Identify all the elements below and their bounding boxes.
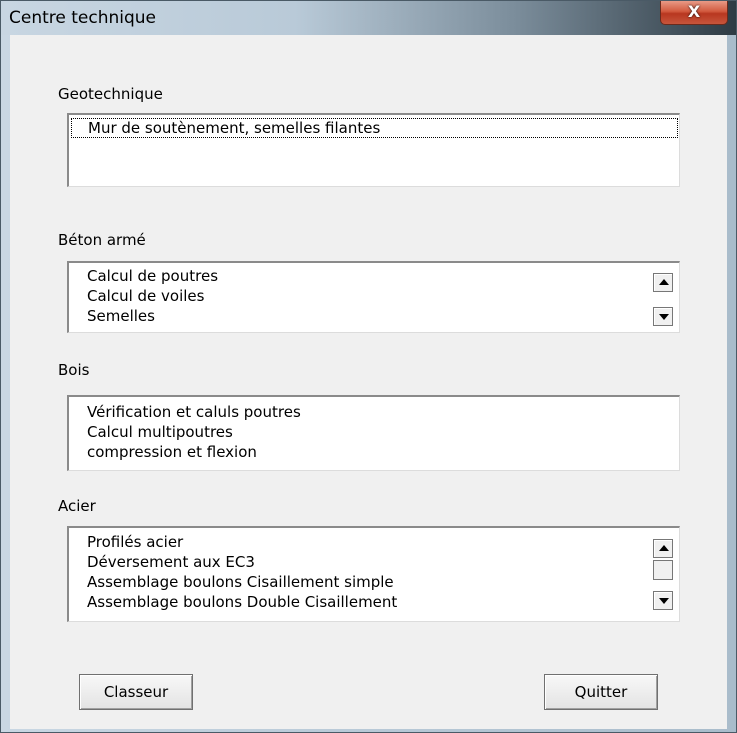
dialog-body: Geotechnique Mur de soutènement, semelle… [10, 35, 727, 729]
list-item[interactable]: Calcul de voiles [69, 286, 679, 306]
scroll-down-icon[interactable] [653, 307, 673, 326]
close-button[interactable]: X [660, 1, 728, 25]
list-item[interactable]: Calcul multipoutres [69, 422, 679, 442]
beton-arme-scrollbar[interactable] [653, 263, 673, 332]
bois-listbox[interactable]: Vérification et caluls poutres Calcul mu… [67, 395, 680, 471]
list-item[interactable]: Déversement aux EC3 [69, 552, 679, 572]
geotechnique-listbox[interactable]: Mur de soutènement, semelles filantes [67, 113, 680, 187]
scroll-down-icon[interactable] [653, 591, 673, 610]
list-item[interactable]: Profilés acier [69, 532, 679, 552]
quitter-button[interactable]: Quitter [544, 674, 658, 710]
close-icon: X [687, 2, 701, 21]
list-item[interactable]: Mur de soutènement, semelles filantes [71, 118, 678, 138]
title-bar[interactable]: Centre technique X [1, 1, 736, 35]
window-title: Centre technique [9, 8, 157, 28]
list-item[interactable]: Semelles [69, 306, 679, 326]
scroll-thumb[interactable] [653, 560, 673, 580]
acier-listbox[interactable]: Profilés acier Déversement aux EC3 Assem… [67, 526, 680, 622]
list-item[interactable]: compression et flexion [69, 442, 679, 462]
scroll-up-icon[interactable] [653, 273, 673, 292]
bois-label: Bois [58, 361, 90, 379]
scroll-up-icon[interactable] [653, 539, 673, 558]
beton-arme-listbox[interactable]: Calcul de poutres Calcul de voiles Semel… [67, 261, 680, 333]
acier-label: Acier [58, 497, 96, 515]
classeur-button[interactable]: Classeur [79, 674, 193, 710]
list-item[interactable]: Calcul de poutres [69, 266, 679, 286]
acier-scrollbar[interactable] [653, 528, 673, 621]
dialog-window: Centre technique X Geotechnique Mur de s… [0, 0, 737, 733]
list-item[interactable]: Assemblage boulons Cisaillement simple [69, 572, 679, 592]
list-item[interactable]: Assemblage boulons Double Cisaillement [69, 592, 679, 612]
list-item[interactable]: Vérification et caluls poutres [69, 402, 679, 422]
beton-arme-label: Béton armé [58, 231, 146, 249]
geotechnique-label: Geotechnique [58, 85, 163, 103]
